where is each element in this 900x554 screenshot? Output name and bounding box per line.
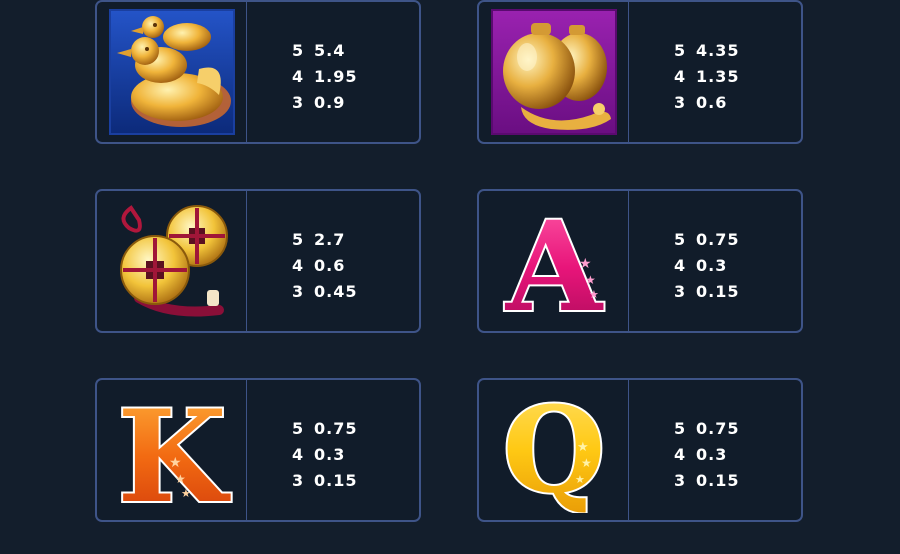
svg-text:★: ★ bbox=[169, 455, 182, 471]
match-count: 5 bbox=[292, 41, 305, 60]
match-count: 4 bbox=[292, 445, 305, 464]
payout-amount: 4.35 bbox=[696, 41, 740, 60]
payout-row: 5 4.35 bbox=[674, 38, 739, 64]
svg-text:★: ★ bbox=[589, 288, 599, 301]
payout-amount: 0.6 bbox=[314, 256, 346, 275]
golden-pouch-icon bbox=[490, 9, 617, 135]
payout-row: 4 0.6 bbox=[292, 253, 357, 279]
svg-text:★: ★ bbox=[585, 273, 596, 287]
svg-text:★: ★ bbox=[579, 256, 592, 272]
paytable-card-pouch: 5 4.35 4 1.35 3 0.6 bbox=[477, 0, 803, 144]
paytable-card-ducks: 5 5.4 4 1.95 3 0.9 bbox=[95, 0, 421, 144]
symbol-cell: Q ★ ★ ★ bbox=[479, 380, 629, 520]
symbol-cell: K ★ ★ ★ bbox=[97, 380, 247, 520]
match-count: 4 bbox=[674, 67, 687, 86]
paytable-card-a: A ★ ★ ★ 5 0.75 4 0.3 3 0.15 bbox=[477, 189, 803, 333]
payout-amount: 1.95 bbox=[314, 67, 358, 86]
letter-a-icon: A ★ ★ ★ bbox=[502, 198, 605, 324]
payout-amount: 0.15 bbox=[696, 282, 740, 301]
match-count: 5 bbox=[292, 419, 305, 438]
payout-list: 5 5.4 4 1.95 3 0.9 bbox=[292, 38, 357, 116]
payout-list: 5 2.7 4 0.6 3 0.45 bbox=[292, 227, 357, 305]
letter-k-icon: K ★ ★ ★ bbox=[115, 387, 233, 513]
payout-row: 5 0.75 bbox=[674, 416, 739, 442]
svg-text:★: ★ bbox=[575, 473, 585, 486]
symbol-letter: K bbox=[117, 387, 231, 513]
svg-text:★: ★ bbox=[577, 440, 589, 455]
payout-amount: 0.15 bbox=[314, 471, 358, 490]
payout-amount: 1.35 bbox=[696, 67, 740, 86]
match-count: 3 bbox=[292, 93, 305, 112]
match-count: 3 bbox=[674, 471, 687, 490]
golden-ducks-icon bbox=[108, 9, 235, 135]
payout-amount: 0.9 bbox=[314, 93, 346, 112]
match-count: 3 bbox=[292, 282, 305, 301]
svg-text:★: ★ bbox=[175, 472, 186, 486]
payout-row: 3 0.6 bbox=[674, 90, 739, 116]
payout-amount: 0.75 bbox=[314, 419, 358, 438]
match-count: 3 bbox=[674, 93, 687, 112]
payout-list: 5 0.75 4 0.3 3 0.15 bbox=[674, 227, 739, 305]
svg-text:★: ★ bbox=[581, 456, 592, 470]
payout-list: 5 0.75 4 0.3 3 0.15 bbox=[674, 416, 739, 494]
payout-row: 4 0.3 bbox=[674, 253, 739, 279]
payout-row: 5 0.75 bbox=[674, 227, 739, 253]
payout-cell: 5 5.4 4 1.95 3 0.9 bbox=[247, 2, 419, 142]
payout-row: 5 5.4 bbox=[292, 38, 357, 64]
payout-amount: 0.3 bbox=[696, 445, 728, 464]
payout-amount: 5.4 bbox=[314, 41, 346, 60]
payout-row: 4 1.95 bbox=[292, 64, 357, 90]
match-count: 4 bbox=[292, 256, 305, 275]
match-count: 4 bbox=[674, 256, 687, 275]
payout-amount: 0.3 bbox=[696, 256, 728, 275]
payout-amount: 0.75 bbox=[696, 419, 740, 438]
payout-row: 3 0.9 bbox=[292, 90, 357, 116]
payout-amount: 0.6 bbox=[696, 93, 728, 112]
payout-row: 4 1.35 bbox=[674, 64, 739, 90]
payout-amount: 0.15 bbox=[696, 471, 740, 490]
letter-q-icon: Q ★ ★ ★ bbox=[500, 387, 607, 513]
payout-row: 3 0.45 bbox=[292, 279, 357, 305]
payout-row: 4 0.3 bbox=[674, 442, 739, 468]
payout-amount: 2.7 bbox=[314, 230, 346, 249]
payout-row: 3 0.15 bbox=[292, 468, 357, 494]
payout-row: 4 0.3 bbox=[292, 442, 357, 468]
match-count: 5 bbox=[674, 41, 687, 60]
payout-list: 5 0.75 4 0.3 3 0.15 bbox=[292, 416, 357, 494]
match-count: 3 bbox=[674, 282, 687, 301]
payout-cell: 5 0.75 4 0.3 3 0.15 bbox=[629, 380, 801, 520]
symbol-cell: A ★ ★ ★ bbox=[479, 191, 629, 331]
symbol-cell bbox=[97, 191, 247, 331]
payout-amount: 0.3 bbox=[314, 445, 346, 464]
payout-amount: 0.45 bbox=[314, 282, 358, 301]
payout-cell: 5 0.75 4 0.3 3 0.15 bbox=[247, 380, 419, 520]
match-count: 4 bbox=[292, 67, 305, 86]
payout-row: 3 0.15 bbox=[674, 468, 739, 494]
gold-coins-icon bbox=[119, 205, 228, 317]
paytable-card-q: Q ★ ★ ★ 5 0.75 4 0.3 3 0.15 bbox=[477, 378, 803, 522]
payout-row: 3 0.15 bbox=[674, 279, 739, 305]
payout-row: 5 0.75 bbox=[292, 416, 357, 442]
match-count: 5 bbox=[674, 230, 687, 249]
payout-cell: 5 2.7 4 0.6 3 0.45 bbox=[247, 191, 419, 331]
symbol-cell bbox=[479, 2, 629, 142]
payout-cell: 5 4.35 4 1.35 3 0.6 bbox=[629, 2, 801, 142]
symbol-cell bbox=[97, 2, 247, 142]
paytable-card-coins: 5 2.7 4 0.6 3 0.45 bbox=[95, 189, 421, 333]
svg-text:★: ★ bbox=[181, 487, 191, 500]
payout-amount: 0.75 bbox=[696, 230, 740, 249]
match-count: 4 bbox=[674, 445, 687, 464]
match-count: 3 bbox=[292, 471, 305, 490]
symbol-letter: Q bbox=[502, 387, 605, 513]
payout-row: 5 2.7 bbox=[292, 227, 357, 253]
match-count: 5 bbox=[674, 419, 687, 438]
payout-list: 5 4.35 4 1.35 3 0.6 bbox=[674, 38, 739, 116]
payout-cell: 5 0.75 4 0.3 3 0.15 bbox=[629, 191, 801, 331]
match-count: 5 bbox=[292, 230, 305, 249]
paytable-card-k: K ★ ★ ★ 5 0.75 4 0.3 3 0.15 bbox=[95, 378, 421, 522]
